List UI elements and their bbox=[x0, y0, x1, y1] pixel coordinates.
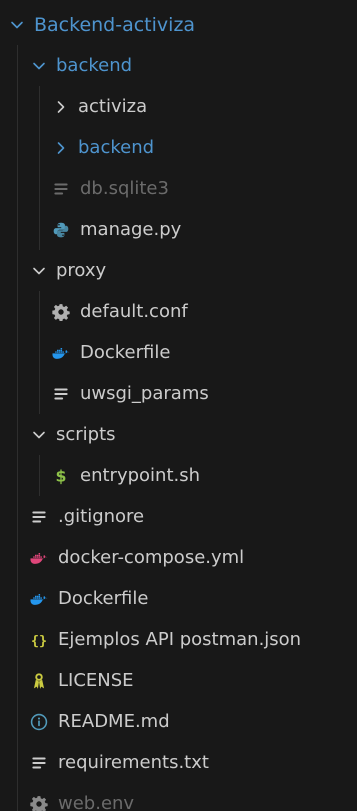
folder-label: backend bbox=[56, 54, 133, 76]
folder-label: Backend-activiza bbox=[34, 13, 196, 36]
indent-guide bbox=[39, 168, 40, 209]
indent-guide bbox=[17, 373, 18, 414]
file-label: web.env bbox=[58, 792, 135, 811]
chevron-down-icon[interactable] bbox=[28, 260, 50, 282]
indent-guide bbox=[39, 373, 40, 414]
indent-guide bbox=[17, 250, 18, 291]
lines-icon bbox=[50, 383, 72, 405]
indent-guide bbox=[17, 578, 18, 619]
file-row[interactable]: docker-compose.yml bbox=[0, 537, 357, 578]
docker-icon bbox=[28, 588, 50, 610]
indent-guide bbox=[17, 209, 18, 250]
python-icon bbox=[50, 219, 72, 241]
indent-guide bbox=[17, 455, 18, 496]
folder-row[interactable]: proxy bbox=[0, 250, 357, 291]
file-label: LICENSE bbox=[58, 669, 134, 691]
folder-row[interactable]: activiza bbox=[0, 86, 357, 127]
indent-guide bbox=[17, 742, 18, 783]
dollar-icon: $ bbox=[50, 465, 72, 487]
folder-label: scripts bbox=[56, 423, 116, 445]
file-row[interactable]: README.md bbox=[0, 701, 357, 742]
chevron-down-icon[interactable] bbox=[28, 424, 50, 446]
indent-guide bbox=[17, 291, 18, 332]
file-row[interactable]: uwsgi_params bbox=[0, 373, 357, 414]
lines-icon bbox=[28, 752, 50, 774]
file-label: .gitignore bbox=[58, 505, 145, 527]
file-label: entrypoint.sh bbox=[80, 464, 201, 486]
indent-guide bbox=[39, 209, 40, 250]
file-row[interactable]: db.sqlite3 bbox=[0, 168, 357, 209]
indent-guide bbox=[17, 701, 18, 742]
chevron-down-icon[interactable] bbox=[28, 55, 50, 77]
chevron-right-icon[interactable] bbox=[50, 137, 72, 159]
indent-guide bbox=[17, 86, 18, 127]
file-label: default.conf bbox=[80, 300, 188, 322]
indent-guide bbox=[17, 537, 18, 578]
docker-pink-icon bbox=[28, 547, 50, 569]
folder-label: proxy bbox=[56, 259, 107, 281]
lines-icon bbox=[28, 506, 50, 528]
folder-row[interactable]: scripts bbox=[0, 414, 357, 455]
indent-guide bbox=[17, 332, 18, 373]
folder-row[interactable]: Backend-activiza bbox=[0, 4, 357, 45]
gear-icon bbox=[50, 301, 72, 323]
indent-guide bbox=[39, 332, 40, 373]
indent-guide bbox=[17, 127, 18, 168]
file-row[interactable]: {} Ejemplos API postman.json bbox=[0, 619, 357, 660]
indent-guide bbox=[17, 45, 18, 86]
file-label: manage.py bbox=[80, 218, 182, 240]
file-row[interactable]: $ entrypoint.sh bbox=[0, 455, 357, 496]
indent-guide bbox=[17, 168, 18, 209]
gear-icon bbox=[28, 793, 50, 811]
license-icon bbox=[28, 670, 50, 692]
indent-guide bbox=[17, 783, 18, 811]
lines-icon bbox=[50, 178, 72, 200]
file-row[interactable]: web.env bbox=[0, 783, 357, 811]
file-label: Dockerfile bbox=[58, 587, 149, 609]
file-row[interactable]: LICENSE bbox=[0, 660, 357, 701]
file-row[interactable]: .gitignore bbox=[0, 496, 357, 537]
indent-guide bbox=[39, 455, 40, 496]
indent-guide bbox=[17, 496, 18, 537]
svg-text:{}: {} bbox=[31, 633, 47, 649]
indent-guide bbox=[39, 86, 40, 127]
file-label: README.md bbox=[58, 710, 170, 732]
chevron-right-icon[interactable] bbox=[50, 96, 72, 118]
file-label: Ejemplos API postman.json bbox=[58, 628, 302, 650]
braces-icon: {} bbox=[28, 629, 50, 651]
indent-guide bbox=[39, 127, 40, 168]
indent-guide bbox=[17, 414, 18, 455]
file-explorer-tree: Backend-activiza backend activiza backend db… bbox=[0, 0, 357, 811]
indent-guide bbox=[17, 619, 18, 660]
file-row[interactable]: requirements.txt bbox=[0, 742, 357, 783]
folder-row[interactable]: backend bbox=[0, 45, 357, 86]
file-row[interactable]: default.conf bbox=[0, 291, 357, 332]
file-label: db.sqlite3 bbox=[80, 177, 169, 199]
file-row[interactable]: Dockerfile bbox=[0, 332, 357, 373]
indent-guide bbox=[17, 660, 18, 701]
indent-guide bbox=[39, 291, 40, 332]
file-row[interactable]: Dockerfile bbox=[0, 578, 357, 619]
file-label: requirements.txt bbox=[58, 751, 209, 773]
file-label: uwsgi_params bbox=[80, 382, 209, 404]
file-label: docker-compose.yml bbox=[58, 546, 245, 568]
svg-text:$: $ bbox=[56, 467, 67, 485]
chevron-down-icon[interactable] bbox=[6, 14, 28, 36]
info-icon bbox=[28, 711, 50, 733]
file-row[interactable]: manage.py bbox=[0, 209, 357, 250]
file-label: Dockerfile bbox=[80, 341, 171, 363]
folder-label: activiza bbox=[78, 95, 148, 117]
docker-icon bbox=[50, 342, 72, 364]
folder-row[interactable]: backend bbox=[0, 127, 357, 168]
folder-label: backend bbox=[78, 136, 155, 158]
